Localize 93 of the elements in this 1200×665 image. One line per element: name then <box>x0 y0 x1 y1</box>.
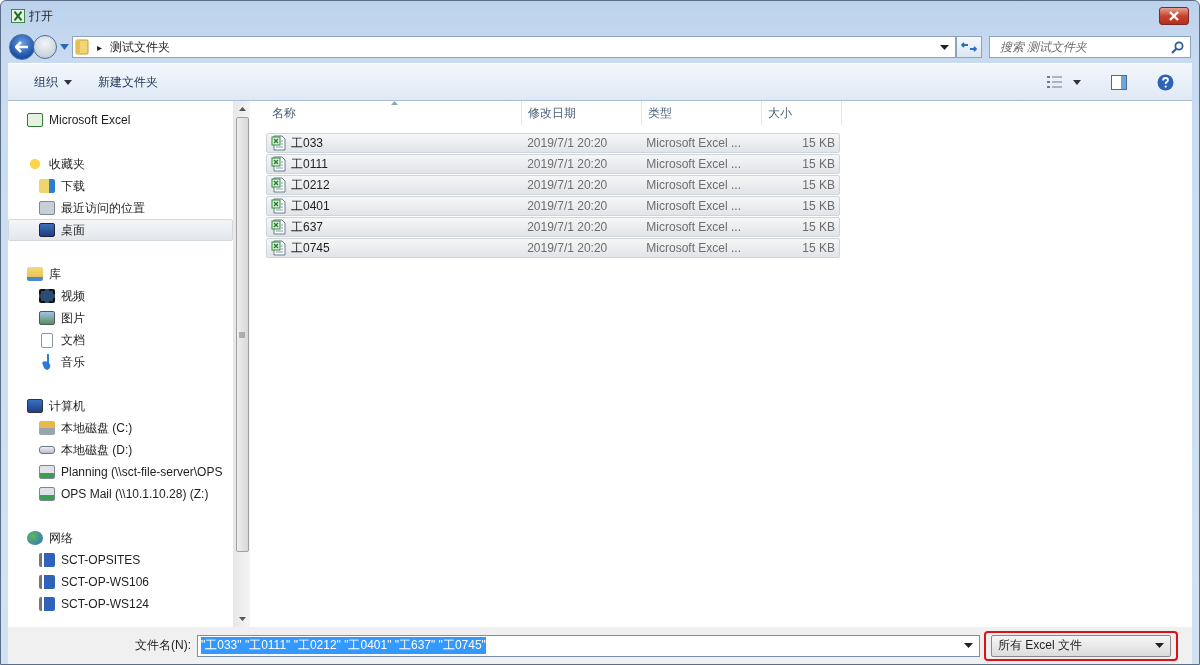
type-cell-text: Microsoft Excel ... <box>645 178 743 192</box>
sidebar-item[interactable]: 视频 <box>8 285 233 307</box>
breadcrumb[interactable]: 测试文件夹 <box>110 38 170 56</box>
type-cell-text: Microsoft Excel ... <box>645 199 743 213</box>
sidebar-item[interactable]: 桌面 <box>8 219 233 241</box>
type-cell-text: Microsoft Excel ... <box>645 136 743 150</box>
caret-icon[interactable] <box>964 643 973 648</box>
scrollbar[interactable] <box>234 101 250 627</box>
preview-pane-icon[interactable] <box>1111 74 1127 90</box>
drive-icon <box>39 446 55 454</box>
sidebar-item[interactable]: 图片 <box>8 307 233 329</box>
left-arrow-icon <box>15 41 29 53</box>
column-header[interactable]: 名称 <box>266 101 522 125</box>
new-folder-button[interactable]: 新建文件夹 <box>90 69 166 95</box>
document-icon <box>41 332 53 348</box>
size-cell-text: 15 KB <box>801 199 836 213</box>
file-name: 工0111 <box>291 155 328 173</box>
file-name: 工0212 <box>291 176 330 194</box>
date-cell-text: 2019/7/1 20:20 <box>526 199 609 213</box>
spreadsheet-icon <box>11 9 25 23</box>
column-header[interactable]: 类型 <box>642 101 762 125</box>
window-title: 打开 <box>29 7 53 25</box>
filename-label: 文件名(N): <box>134 637 192 654</box>
sidebar-item[interactable]: 本地磁盘 (D:) <box>8 439 233 461</box>
refresh-button[interactable] <box>956 36 982 58</box>
spreadsheet-file-icon <box>271 177 287 193</box>
spreadsheet-file-icon <box>271 135 287 151</box>
column-header[interactable]: 修改日期 <box>522 101 642 125</box>
type-cell-text: Microsoft Excel ... <box>645 157 743 171</box>
breadcrumb-arrow[interactable]: ▸ <box>97 41 102 53</box>
sidebar-item[interactable]: 网络 <box>8 527 233 549</box>
forward-button[interactable] <box>33 35 57 59</box>
caret-icon <box>64 79 72 85</box>
date-cell-text: 2019/7/1 20:20 <box>526 136 609 150</box>
sidebar-item[interactable]: 最近访问的位置 <box>8 197 233 219</box>
file-name: 工0745 <box>291 239 330 257</box>
file-row[interactable]: 工0745 2019/7/1 20:20 Microsoft Excel ... 15 KB <box>266 238 840 258</box>
scroll-up-icon[interactable] <box>238 107 246 111</box>
file-name: 工0401 <box>291 197 330 215</box>
music-icon <box>42 354 52 370</box>
sidebar-item[interactable]: 文档 <box>8 329 233 351</box>
sidebar-item[interactable]: 本地磁盘 (C:) <box>8 417 233 439</box>
size-cell-text: 15 KB <box>801 220 836 234</box>
scroll-down-icon[interactable] <box>238 617 246 621</box>
sidebar-item[interactable]: Planning (\\sct-file-server\OPS <box>8 461 233 483</box>
sidebar-item[interactable]: SCT-OPSITES <box>8 549 233 571</box>
date-cell-text: 2019/7/1 20:20 <box>526 220 609 234</box>
grip-icon <box>239 331 245 338</box>
sidebar-item[interactable]: OPS Mail (\\10.1.10.28) (Z:) <box>8 483 233 505</box>
file-row[interactable]: 工0401 2019/7/1 20:20 Microsoft Excel ... 15 KB <box>266 196 840 216</box>
sidebar-item[interactable]: Microsoft Excel <box>8 109 233 131</box>
file-row[interactable]: 工0111 2019/7/1 20:20 Microsoft Excel ... 15 KB <box>266 154 840 174</box>
size-cell-text: 15 KB <box>801 241 836 255</box>
folder-icon <box>75 39 89 55</box>
column-header[interactable]: 大小 <box>762 101 842 125</box>
view-list-icon[interactable] <box>1047 75 1063 89</box>
file-type-dropdown[interactable]: 所有 Excel 文件 <box>991 634 1171 657</box>
refresh-icon <box>961 40 977 54</box>
caret-icon[interactable] <box>1073 79 1081 85</box>
search-field[interactable]: 搜索 测试文件夹 <box>989 36 1191 58</box>
spreadsheet-file-icon <box>271 240 287 256</box>
caret-icon[interactable] <box>940 44 949 50</box>
size-cell-text: 15 KB <box>801 157 836 171</box>
sidebar-item[interactable]: 计算机 <box>8 395 233 417</box>
organize-button[interactable]: 组织 <box>26 69 80 95</box>
file-row[interactable]: 工0212 2019/7/1 20:20 Microsoft Excel ... 15 KB <box>266 175 840 195</box>
sidebar-item[interactable]: SCT-OP-WS106 <box>8 571 233 593</box>
type-cell-text: Microsoft Excel ... <box>645 220 743 234</box>
sidebar-item[interactable]: 收藏夹 <box>8 153 233 175</box>
spreadsheet-file-icon <box>271 198 287 214</box>
caret-icon <box>1155 643 1164 648</box>
close-icon <box>1168 11 1180 21</box>
type-cell-text: Microsoft Excel ... <box>645 241 743 255</box>
spreadsheet-file-icon <box>271 156 287 172</box>
size-cell-text: 15 KB <box>801 136 836 150</box>
date-cell-text: 2019/7/1 20:20 <box>526 241 609 255</box>
address-bar[interactable]: ▸ 测试文件夹 <box>72 36 956 58</box>
close-button[interactable] <box>1159 7 1189 25</box>
sidebar-item[interactable]: 下载 <box>8 175 233 197</box>
sidebar-item[interactable]: 音乐 <box>8 351 233 373</box>
spreadsheet-file-icon <box>271 219 287 235</box>
file-name: 工637 <box>291 218 324 236</box>
date-cell-text: 2019/7/1 20:20 <box>526 157 609 171</box>
file-row[interactable]: 工637 2019/7/1 20:20 Microsoft Excel ... 15 KB <box>266 217 840 237</box>
help-icon[interactable] <box>1157 73 1174 91</box>
date-cell-text: 2019/7/1 20:20 <box>526 178 609 192</box>
file-row[interactable]: 工033 2019/7/1 20:20 Microsoft Excel ... 15 KB <box>266 133 840 153</box>
size-cell-text: 15 KB <box>801 178 836 192</box>
sidebar-item[interactable]: 库 <box>8 263 233 285</box>
search-icon <box>1171 40 1184 54</box>
file-name: 工033 <box>291 134 324 152</box>
back-button[interactable] <box>9 34 35 60</box>
sidebar-item[interactable]: SCT-OP-WS124 <box>8 593 233 615</box>
